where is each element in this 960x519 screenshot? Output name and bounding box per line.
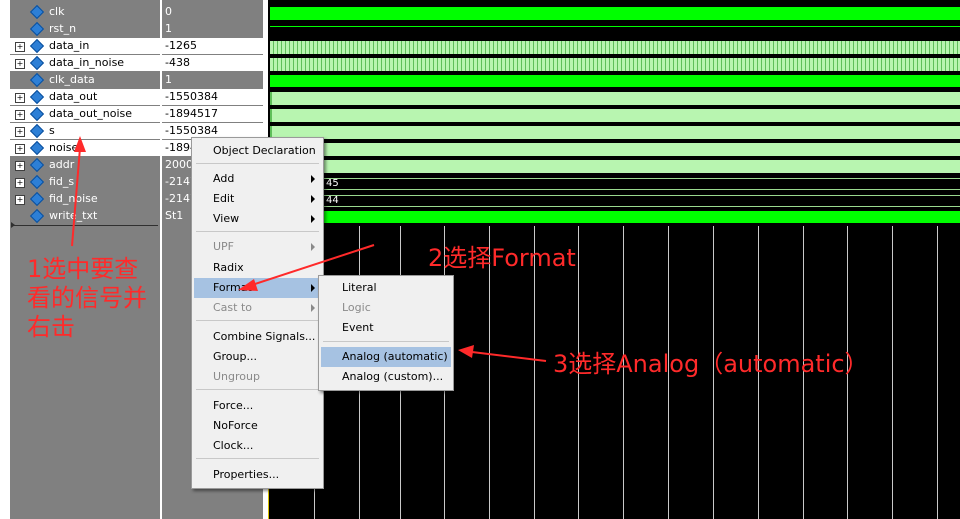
arrow-step1 [71,136,86,247]
arrow-step3 [458,345,547,362]
annotation-arrows [71,136,547,362]
arrow-step2 [238,244,375,291]
